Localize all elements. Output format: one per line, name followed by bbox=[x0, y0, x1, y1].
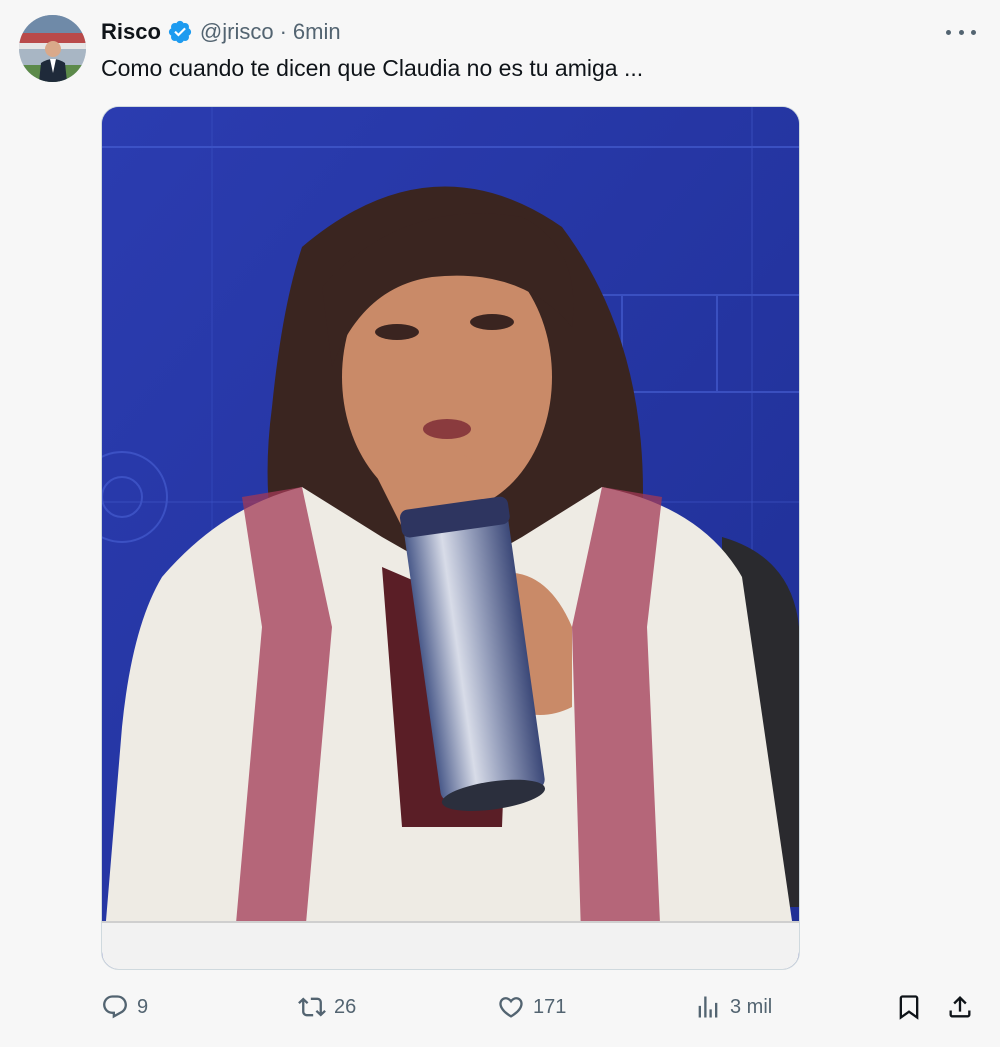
views-button[interactable]: 3 mil bbox=[694, 985, 772, 1029]
like-button[interactable]: 171 bbox=[497, 985, 566, 1029]
photo-woman-with-tumbler bbox=[102, 107, 799, 969]
more-options-icon[interactable] bbox=[946, 22, 976, 42]
tweet-text: Como cuando te dicen que Claudia no es t… bbox=[101, 55, 644, 81]
retweet-icon bbox=[298, 997, 326, 1017]
separator-dot: · bbox=[279, 19, 287, 44]
tweet-card[interactable]: Risco @jrisco · 6min Como cuando te dice… bbox=[0, 0, 1000, 1047]
retweet-button[interactable]: 26 bbox=[298, 985, 356, 1029]
author-handle[interactable]: @jrisco bbox=[200, 19, 274, 45]
tweet-header: Risco @jrisco · 6min bbox=[101, 17, 341, 47]
bookmark-icon bbox=[899, 995, 919, 1020]
bookmark-button[interactable] bbox=[895, 985, 923, 1029]
reply-count: 9 bbox=[137, 995, 149, 1018]
reply-button[interactable]: 9 bbox=[101, 985, 148, 1029]
verified-badge-icon bbox=[167, 19, 193, 45]
views-chart-icon bbox=[698, 996, 718, 1018]
like-count: 171 bbox=[533, 995, 567, 1018]
tweet-media-image[interactable] bbox=[101, 106, 800, 970]
tweet-timestamp[interactable]: 6min bbox=[293, 19, 341, 45]
share-button[interactable] bbox=[946, 985, 974, 1029]
reply-icon bbox=[103, 995, 127, 1019]
share-icon bbox=[949, 996, 971, 1018]
avatar[interactable] bbox=[19, 15, 86, 82]
views-count: 3 mil bbox=[730, 995, 773, 1018]
tweet-actions: 9 26 171 3 mil bbox=[0, 985, 1000, 1029]
author-name[interactable]: Risco bbox=[101, 19, 161, 45]
retweet-count: 26 bbox=[334, 995, 357, 1018]
avatar-image bbox=[19, 15, 86, 82]
heart-icon bbox=[499, 997, 523, 1018]
